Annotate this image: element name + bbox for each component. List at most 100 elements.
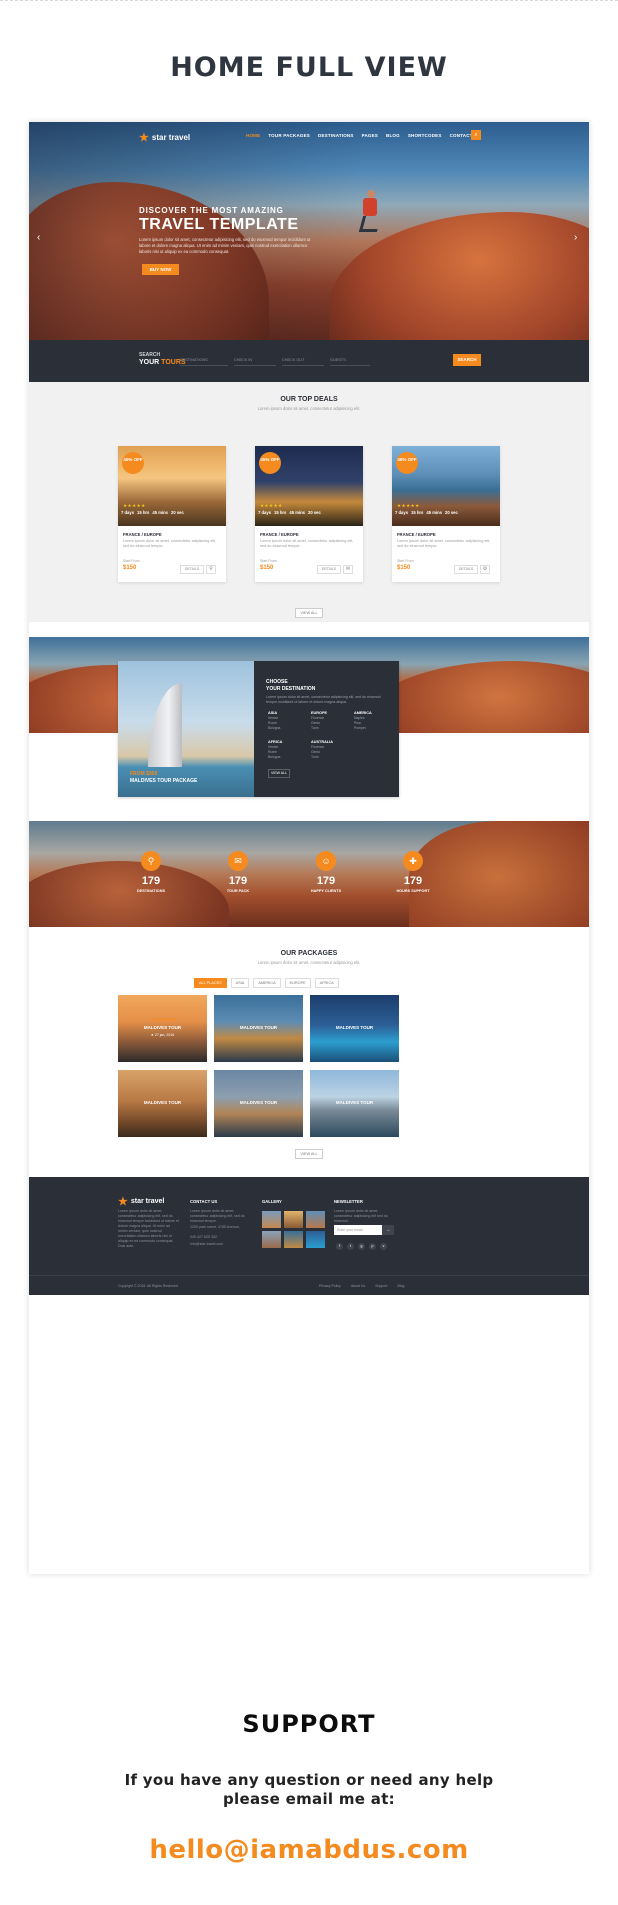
footer-bottom: Copyright © 2016. All Rights Reserved Pr… — [29, 1275, 589, 1295]
discount-badge: 45% OFF — [396, 452, 418, 474]
pinterest-icon[interactable]: p — [369, 1243, 376, 1250]
star-logo-icon: ★ — [139, 132, 149, 144]
search-button[interactable]: SEARCH — [453, 354, 481, 366]
tab-africa[interactable]: AFRICA — [314, 978, 339, 988]
stat-happy-clients: ☺ 179 HAPPY CLIENTS — [296, 851, 356, 893]
deal-location: FRANCE / EUROPE — [123, 532, 162, 537]
tab-america[interactable]: AMERICA — [253, 978, 281, 988]
nav-item-pages[interactable]: PAGES — [362, 133, 378, 138]
nav-item-home[interactable]: HOME — [246, 133, 260, 138]
deal-description: Lorem ipsum dolor sit amet, consectetur … — [397, 539, 491, 548]
list-item[interactable]: Bologna — [268, 755, 310, 760]
gallery-thumb[interactable] — [284, 1231, 303, 1248]
price-label: Start From — [123, 559, 140, 563]
footer-link-blog[interactable]: Blog — [397, 1284, 404, 1288]
footer-link-support[interactable]: Support — [375, 1284, 387, 1288]
top-dashed-divider — [0, 0, 618, 2]
mail-icon[interactable]: ✉ — [343, 565, 353, 574]
countdown: 7 days 15 hrs 45 mins 20 sec — [121, 510, 184, 515]
deal-card[interactable]: 45% OFF ★★★★★ 7 days 15 hrs 45 mins 20 sec … — [118, 446, 226, 582]
buy-now-button[interactable]: BUY NOW — [142, 264, 179, 275]
deal-description: Lorem ipsum dolor sit amet, consectetur … — [123, 539, 217, 548]
view-all-destinations-button[interactable]: VIEW ALL — [268, 769, 290, 778]
top-deals-section: OUR TOP DEALS Lorem ipsum dolor sit amet… — [29, 382, 589, 622]
deal-description: Lorem ipsum dolor sit amet, consectetur … — [260, 539, 354, 548]
guests-select[interactable]: GUESTS — [330, 354, 370, 366]
gallery-thumb[interactable] — [284, 1211, 303, 1228]
nav-item-shortcodes[interactable]: SHORTCODES — [408, 133, 442, 138]
details-button[interactable]: DETAILS — [317, 565, 341, 574]
check-in-field[interactable]: CHECK IN — [234, 354, 276, 366]
twitter-icon[interactable]: t — [347, 1243, 354, 1250]
check-out-field[interactable]: CHECK OUT — [282, 354, 324, 366]
support-email-link[interactable]: hello@iamabdus.com — [0, 1835, 618, 1865]
tour-search-bar: SEARCH YOUR TOURS DESTINATIONS CHECK IN … — [29, 340, 589, 382]
details-button[interactable]: DETAILS — [454, 565, 478, 574]
smile-icon: ☺ — [316, 851, 336, 871]
gallery-thumb[interactable] — [262, 1231, 281, 1248]
footer-logo[interactable]: ★ star travel — [118, 1195, 164, 1208]
hero-banner: ★ star travel HOME TOUR PACKAGES DESTINAT… — [29, 122, 589, 340]
rating-stars: ★★★★★ — [397, 503, 420, 508]
vimeo-icon[interactable]: v — [380, 1243, 387, 1250]
gallery-title: GALLERY — [262, 1199, 282, 1204]
deal-price: $150 — [260, 565, 274, 571]
support-icon: ✚ — [403, 851, 423, 871]
contact-phone: 040 427 625 302 — [190, 1235, 217, 1239]
gallery-thumb[interactable] — [306, 1211, 325, 1228]
main-nav: HOME TOUR PACKAGES DESTINATIONS PAGES BL… — [246, 133, 481, 138]
nav-item-destinations[interactable]: DESTINATIONS — [318, 133, 354, 138]
view-all-deals-button[interactable]: VIEW ALL — [295, 608, 323, 618]
footer-about: Lorem ipsum dolor sit amet, consectetur … — [118, 1209, 179, 1248]
list-item[interactable]: Pompei — [354, 726, 396, 731]
destination-select[interactable]: DESTINATIONS — [180, 354, 228, 366]
destination-description: Lorem ipsum dolor sit amet, consectetur … — [266, 695, 381, 704]
stat-tour-pack: ✉ 179 TOUR PACK — [208, 851, 268, 893]
footer-link-privacy[interactable]: Privacy Policy — [319, 1284, 341, 1288]
chevron-left-icon[interactable]: ‹ — [37, 232, 40, 243]
gallery-thumb[interactable] — [306, 1231, 325, 1248]
nav-item-tour-packages[interactable]: TOUR PACKAGES — [268, 133, 310, 138]
page-title: HOME FULL VIEW — [170, 52, 448, 83]
footer: ★ star travel Lorem ipsum dolor sit amet,… — [29, 1177, 589, 1295]
settings-icon[interactable]: ⚙ — [480, 565, 490, 574]
tab-asia[interactable]: ASIA — [230, 978, 250, 988]
nav-item-blog[interactable]: BLOG — [386, 133, 400, 138]
package-card[interactable]: MALDIVES TOUR — [310, 1070, 399, 1137]
choose-destination-title: CHOOSE YOUR DESTINATION — [266, 679, 316, 692]
logo[interactable]: ★ star travel — [139, 131, 190, 144]
chevron-right-icon[interactable]: › — [574, 232, 577, 243]
deal-location: FRANCE / EUROPE — [397, 532, 436, 537]
contact-email[interactable]: info@star-travel.com — [190, 1242, 252, 1247]
tab-all-places[interactable]: ALL PLACES — [194, 978, 227, 988]
deal-card[interactable]: 45% OFF ★★★★★ 7 days 15 hrs 45 mins 20 sec … — [255, 446, 363, 582]
facebook-icon[interactable]: f — [336, 1243, 343, 1250]
stat-destinations: ⚲ 179 DESTINATIONS — [121, 851, 181, 893]
price-kicker: FROM $300 — [130, 771, 158, 777]
package-card[interactable]: MALDIVES TOUR — [214, 995, 303, 1062]
region-europe: EUROPE Florence Genio Turin — [311, 711, 353, 730]
footer-link-about[interactable]: About Us — [351, 1284, 365, 1288]
list-item[interactable]: Turin — [311, 755, 353, 760]
jumping-person-image — [357, 190, 387, 250]
location-icon: ⚲ — [141, 851, 161, 871]
package-card[interactable]: MALDIVES TOUR — [310, 995, 399, 1062]
tab-europe[interactable]: EUROPE — [284, 978, 311, 988]
location-pin-icon[interactable]: ⚲ — [206, 565, 216, 574]
newsletter-email-input[interactable]: Enter your email — [334, 1225, 382, 1235]
search-icon[interactable]: ⌕ — [471, 130, 481, 140]
list-item[interactable]: Turin — [311, 726, 353, 731]
gallery-thumb[interactable] — [262, 1211, 281, 1228]
destination-card: FROM $300 MALDIVES TOUR PACKAGE CHOOSE YO… — [118, 661, 399, 797]
package-card[interactable]: FROM $300 MALDIVES TOUR ★ 27 jan, 2016 — [118, 995, 207, 1062]
list-item[interactable]: Bologna — [268, 726, 310, 731]
details-button[interactable]: DETAILS — [180, 565, 204, 574]
footer-links: Privacy Policy About Us Support Blog — [319, 1284, 404, 1288]
google-plus-icon[interactable]: g — [358, 1243, 365, 1250]
view-all-packages-button[interactable]: VIEW ALL — [295, 1149, 323, 1159]
deal-card[interactable]: 45% OFF ★★★★★ 7 days 15 hrs 45 mins 20 sec … — [392, 446, 500, 582]
stat-hours-support: ✚ 179 HOURS SUPPORT — [383, 851, 443, 893]
package-card[interactable]: MALDIVES TOUR — [214, 1070, 303, 1137]
package-card[interactable]: MALDIVES TOUR — [118, 1070, 207, 1137]
send-arrow-icon[interactable]: → — [382, 1225, 394, 1235]
